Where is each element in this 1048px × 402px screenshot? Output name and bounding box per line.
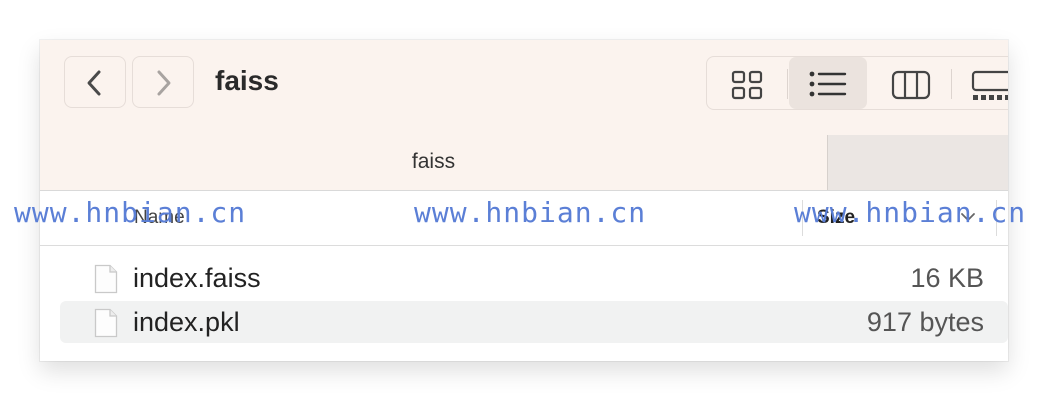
watermark-text: www.hnbian.cn (14, 196, 247, 229)
view-separator (951, 69, 952, 99)
back-button[interactable] (64, 56, 126, 108)
list-view-button[interactable] (789, 57, 867, 109)
toolbar: faiss (40, 40, 1008, 132)
grid-icon (731, 70, 763, 100)
file-name: index.pkl (133, 307, 240, 337)
columns-icon (891, 70, 931, 100)
document-icon (94, 264, 118, 294)
icon-view-button[interactable] (707, 57, 785, 109)
list-icon (809, 71, 847, 97)
gallery-icon (971, 70, 1008, 100)
document-icon (94, 308, 118, 338)
tab-bar: faiss (40, 132, 1008, 191)
view-mode-group (706, 56, 1008, 110)
file-size: 917 bytes (866, 307, 984, 337)
file-size: 16 KB (910, 263, 984, 293)
watermark-text: www.hnbian.cn (414, 196, 647, 229)
column-view-button[interactable] (871, 57, 949, 109)
window-title: faiss (215, 65, 279, 96)
chevron-right-icon (157, 70, 171, 96)
tab-inactive[interactable] (827, 135, 1008, 190)
chevron-left-icon (87, 70, 101, 96)
file-name: index.faiss (133, 263, 261, 293)
view-separator (787, 69, 788, 99)
file-row[interactable]: index.pkl 917 bytes (60, 301, 1008, 343)
file-row[interactable]: index.faiss 16 KB (60, 257, 1008, 299)
gallery-view-button[interactable] (953, 57, 1008, 109)
forward-button[interactable] (132, 56, 194, 108)
watermark-text: www.hnbian.cn (794, 196, 1027, 229)
tab-faiss[interactable]: faiss (40, 150, 827, 174)
screenshot-stage: faiss faiss Name Size index.faiss 16 KB … (0, 0, 1048, 402)
